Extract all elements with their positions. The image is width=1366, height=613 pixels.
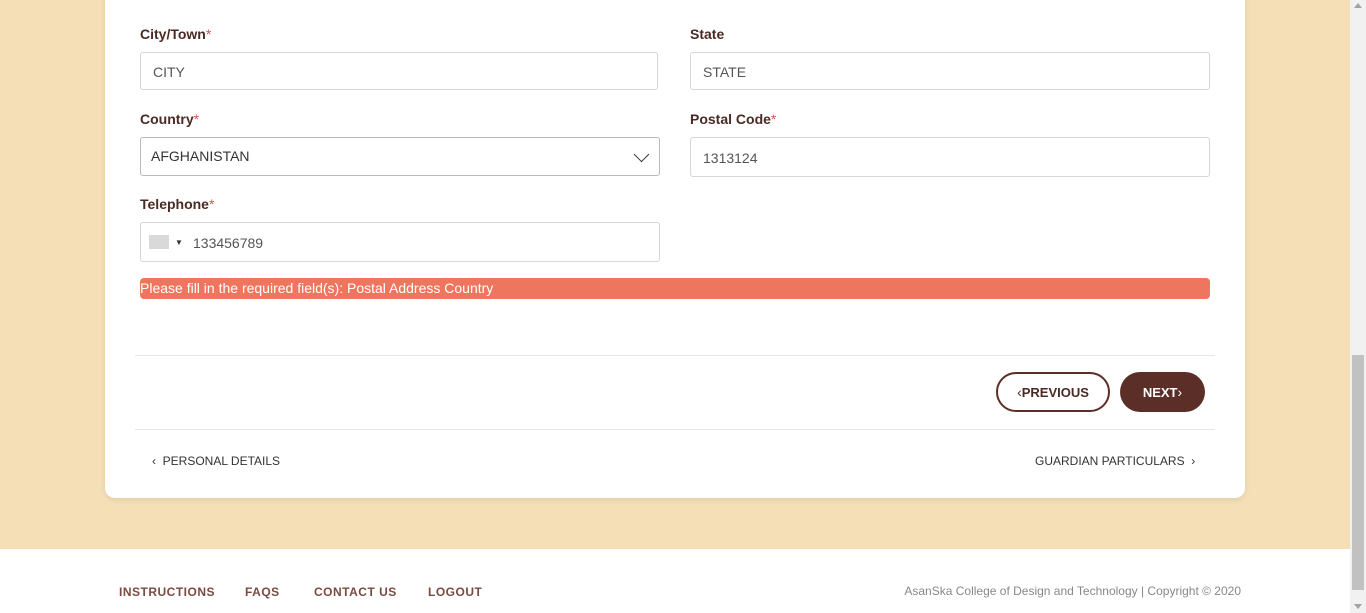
country-label: Country* [140, 111, 199, 127]
telephone-label: Telephone* [140, 196, 214, 212]
chevron-left-icon: ‹ [152, 454, 163, 468]
state-label-text: State [690, 26, 725, 42]
footer: INSTRUCTIONS FAQS CONTACT US LOGOUT Asan… [0, 549, 1350, 613]
postal-value: 1313124 [703, 150, 758, 166]
city-input[interactable]: CITY [140, 52, 658, 90]
next-label: NEXT [1142, 384, 1178, 400]
previous-button[interactable]: ‹ PREVIOUS [996, 372, 1110, 412]
telephone-input[interactable]: ▼ 133456789 [140, 222, 660, 262]
city-label: City/Town* [140, 26, 211, 42]
caret-down-icon[interactable]: ▼ [175, 223, 183, 263]
postal-code-input[interactable]: 1313124 [690, 137, 1210, 177]
required-mark: * [193, 111, 200, 127]
step-personal-details-link[interactable]: ‹ PERSONAL DETAILS [152, 454, 280, 468]
postal-label-text: Postal Code [690, 111, 771, 127]
telephone-value: 133456789 [193, 235, 264, 251]
chevron-right-icon: › [1177, 384, 1183, 400]
divider [135, 355, 1215, 356]
state-input[interactable]: STATE [690, 52, 1210, 90]
footer-link-logout[interactable]: LOGOUT [428, 585, 482, 599]
telephone-label-text: Telephone [140, 196, 209, 212]
required-mark: * [770, 111, 777, 127]
step-prev-label: PERSONAL DETAILS [162, 454, 281, 468]
footer-link-faqs[interactable]: FAQS [245, 585, 280, 599]
country-value: AFGHANISTAN [151, 148, 250, 164]
required-mark: * [205, 26, 212, 42]
country-select[interactable]: AFGHANISTAN [140, 137, 660, 176]
required-mark: * [208, 196, 215, 212]
next-button[interactable]: NEXT › [1120, 372, 1205, 412]
copyright-text: AsanSka College of Design and Technology… [904, 584, 1241, 598]
state-placeholder: STATE [703, 64, 747, 80]
divider [135, 429, 1215, 430]
footer-link-contact-us[interactable]: CONTACT US [314, 585, 397, 599]
step-next-label: GUARDIAN PARTICULARS [1035, 454, 1185, 468]
city-placeholder: CITY [153, 64, 185, 80]
previous-label: PREVIOUS [1021, 384, 1089, 400]
flag-icon[interactable] [149, 235, 169, 249]
state-label: State [690, 26, 724, 42]
scroll-up-icon[interactable] [1354, 3, 1362, 8]
chevron-down-icon [633, 146, 650, 163]
footer-link-instructions[interactable]: INSTRUCTIONS [119, 585, 215, 599]
country-label-text: Country [140, 111, 194, 127]
postal-label: Postal Code* [690, 111, 776, 127]
step-guardian-particulars-link[interactable]: GUARDIAN PARTICULARS › [1035, 454, 1195, 468]
scroll-down-icon[interactable] [1354, 604, 1362, 609]
city-label-text: City/Town [140, 26, 206, 42]
error-message: Please fill in the required field(s): Po… [140, 278, 1210, 299]
chevron-right-icon: › [1184, 454, 1196, 468]
scrollbar-thumb[interactable] [1352, 355, 1364, 590]
